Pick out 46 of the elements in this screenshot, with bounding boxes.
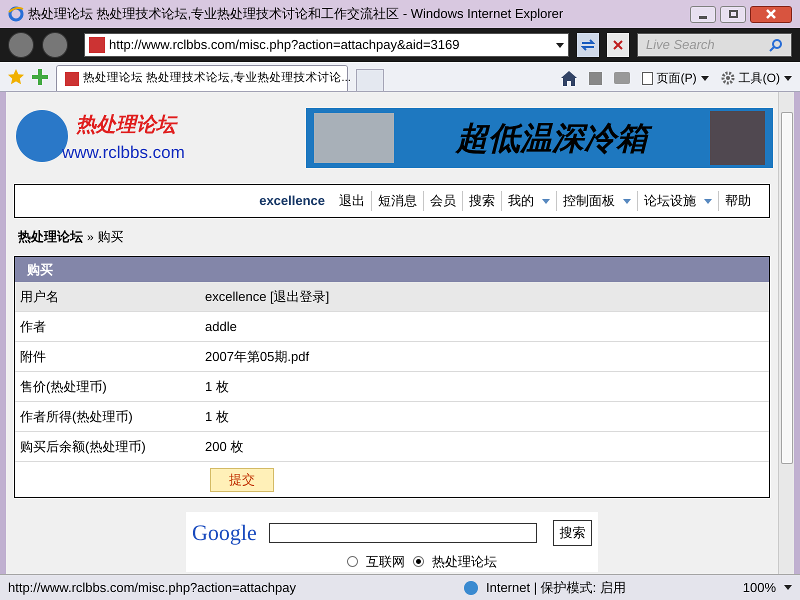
field-label: 作者所得(热处理币) [19,408,134,426]
field-label: 作者 [19,318,47,336]
field-label: 用户名 [19,288,60,306]
google-search-button[interactable]: 搜索 [553,520,592,546]
browser-tab[interactable]: 热处理论坛 热处理技术论坛,专业热处理技术讨论... [56,65,348,91]
panel-title: 购买 [27,260,53,279]
security-zone: Internet | 保护模式: 启用 [486,578,627,597]
page-menu[interactable]: 页面(P) [642,69,709,87]
nav-link[interactable]: 帮助 [718,191,757,211]
field-label: 附件 [19,348,47,366]
search-placeholder: Live Search [646,36,716,54]
field-label: 购买后余额(热处理币) [19,438,147,456]
username-link[interactable]: excellence [259,191,325,211]
nav-link[interactable]: 我的 [501,191,556,211]
tab-title: 热处理论坛 热处理技术论坛,专业热处理技术讨论... [83,70,351,86]
radio-label: 热处理论坛 [432,553,497,571]
logo-title: 热处理论坛 [76,113,176,138]
nav-link[interactable]: 退出 [333,191,371,211]
field-value: 1 枚 [205,408,229,426]
address-field[interactable]: http://www.rclbbs.com/misc.php?action=attachpay&aid=3169 [84,33,569,57]
field-label: 售价(热处理币) [19,378,108,396]
nav-link[interactable]: 会员 [423,191,462,211]
breadcrumb-current: 购买 [98,228,124,246]
breadcrumb-home-link[interactable]: 热处理论坛 [18,227,83,247]
nav-link[interactable]: 搜索 [462,191,501,211]
site-logo[interactable]: 热处理论坛 www.rclbbs.com [16,106,196,170]
logo-url: www.rclbbs.com [62,142,185,164]
window-title: 热处理论坛 热处理技术论坛,专业热处理技术讨论和工作交流社区 - Windows Internet Explorer [28,5,564,24]
advertisement-banner[interactable]: 超低温深冷箱 [306,108,773,168]
banner-text: 超低温深冷箱 [448,116,656,160]
submit-button[interactable]: 提交 [210,468,274,492]
field-value: 2007年第05期.pdf [205,348,310,366]
nav-link[interactable]: 控制面板 [556,191,637,211]
radio-label: 互联网 [366,553,405,571]
tools-menu[interactable]: 工具(O) [720,69,792,87]
status-url: http://www.rclbbs.com/misc.php?action=attachpay [8,578,297,597]
nav-link[interactable]: 短消息 [371,191,423,211]
nav-link[interactable]: 论坛设施 [637,191,718,211]
google-logo: Google [192,519,257,547]
field-value: excellence [退出登录] [205,288,330,306]
field-value: 1 枚 [205,378,229,396]
address-text: http://www.rclbbs.com/misc.php?action=attachpay&aid=3169 [109,36,460,54]
field-value: addle [205,318,237,336]
breadcrumb-separator: » [87,229,94,246]
field-value: 200 枚 [205,438,244,456]
zoom-level[interactable]: 100% [742,578,776,598]
